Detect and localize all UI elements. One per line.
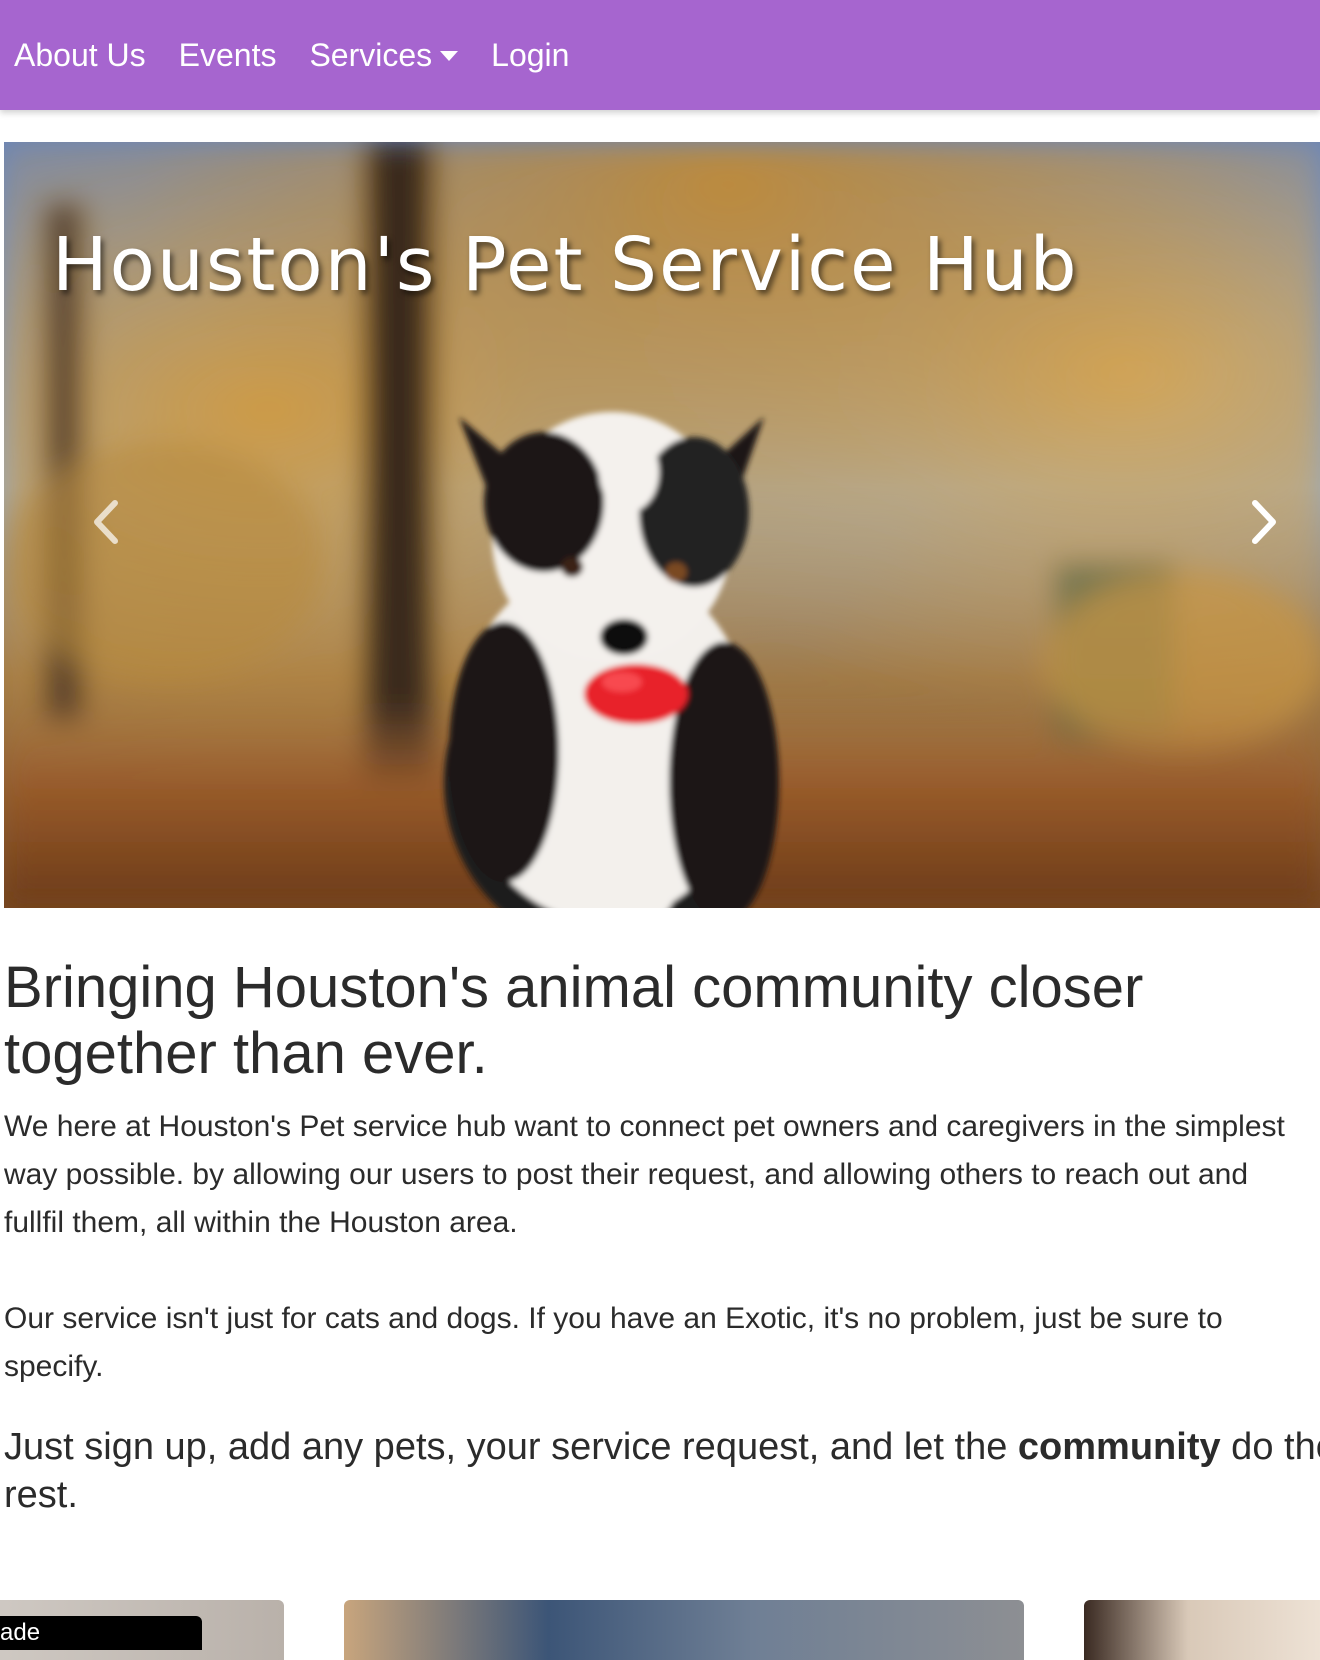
exotic-line-1: Our service isn't just for cats and dogs…	[4, 1302, 1223, 1335]
service-card-2[interactable]	[344, 1600, 1024, 1660]
nav-login[interactable]: Login	[491, 37, 569, 74]
carousel-next-button[interactable]	[1244, 492, 1284, 552]
top-navbar: About Us Events Services Login	[0, 0, 1320, 110]
intro-line-3: fullfil them, all within the Houston are…	[4, 1206, 518, 1239]
intro-line-1: We here at Houston's Pet service hub wan…	[4, 1110, 1285, 1143]
signup-community-bold: community	[1017, 1426, 1221, 1468]
carousel-prev-button[interactable]	[86, 492, 126, 552]
exotic-paragraph: Our service isn't just for cats and dogs…	[4, 1295, 1320, 1391]
signup-text-end: do the	[1231, 1426, 1320, 1468]
nav-services-label: Services	[309, 36, 433, 73]
chevron-right-icon	[1252, 500, 1276, 544]
service-card-3[interactable]	[1084, 1600, 1320, 1660]
main-headline: Bringing Houston's animal community clos…	[4, 955, 1144, 1086]
signup-text-start: Just sign up, add any pets, your service…	[4, 1426, 1018, 1468]
intro-paragraph: We here at Houston's Pet service hub wan…	[4, 1103, 1320, 1247]
intro-line-2: way possible. by allowing our users to p…	[4, 1158, 1249, 1191]
signup-callout: Just sign up, add any pets, your service…	[4, 1423, 1320, 1519]
hero-title: Houston's Pet Service Hub	[52, 222, 1079, 308]
nav-about-us[interactable]: About Us	[14, 37, 146, 74]
nav-services-dropdown[interactable]: Services	[309, 36, 459, 74]
caret-down-icon	[440, 51, 459, 61]
exotic-line-2: specify.	[4, 1350, 104, 1383]
chevron-left-icon	[94, 500, 118, 544]
card-badge: ade	[0, 1616, 202, 1650]
signup-line-2: rest.	[4, 1474, 78, 1516]
hero-carousel: Houston's Pet Service Hub	[4, 142, 1320, 908]
nav-events[interactable]: Events	[179, 37, 277, 74]
